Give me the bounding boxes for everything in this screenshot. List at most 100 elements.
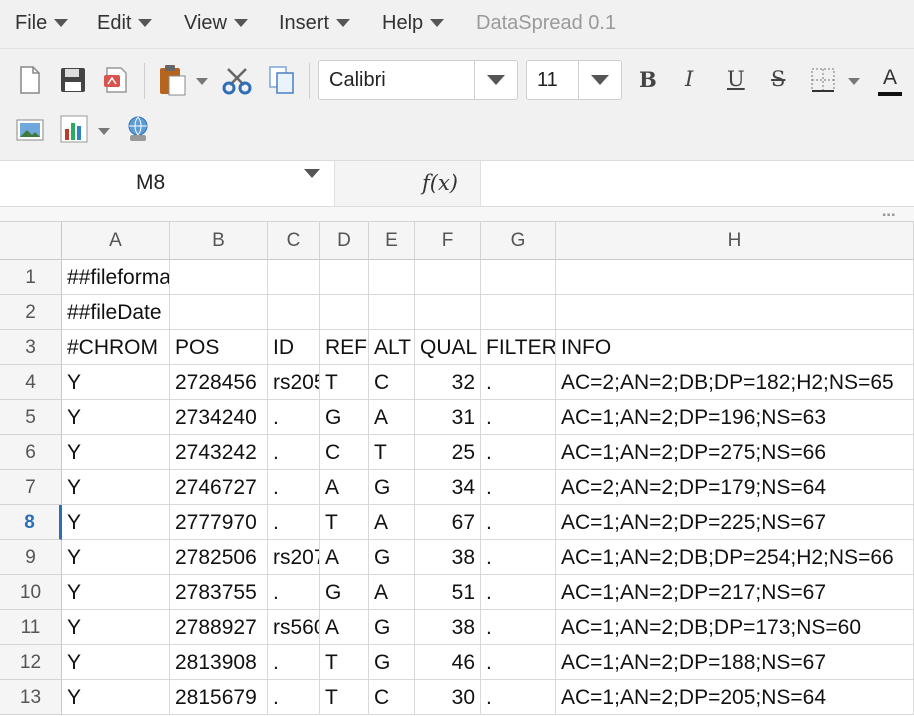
cell-a4[interactable]: Y	[62, 365, 170, 400]
font-size-dropdown[interactable]	[578, 61, 621, 99]
column-header-h[interactable]: H	[556, 222, 914, 260]
cell-a2[interactable]: ##fileDate	[62, 295, 170, 330]
spreadsheet-grid[interactable]: ABCDEFGH1##fileformat=VCFv4.12##fileDate…	[0, 222, 914, 716]
cell-g12[interactable]: .	[481, 645, 556, 680]
font-size-select[interactable]: 11	[526, 60, 622, 100]
cell-d5[interactable]: G	[320, 400, 369, 435]
cell-d6[interactable]: C	[320, 435, 369, 470]
cell-e11[interactable]: G	[369, 610, 415, 645]
cell-g13[interactable]: .	[481, 680, 556, 715]
cell-b12[interactable]: 2813908	[170, 645, 268, 680]
export-pdf-button[interactable]	[100, 64, 132, 96]
font-family-select[interactable]: Calibri	[318, 60, 518, 100]
cell-c8[interactable]: .	[268, 505, 320, 540]
menu-edit[interactable]: Edit	[97, 12, 153, 35]
cell-c4[interactable]: rs2058276	[268, 365, 320, 400]
borders-button[interactable]	[810, 67, 836, 93]
cell-a3[interactable]: #CHROM	[62, 330, 170, 365]
cell-g7[interactable]: .	[481, 470, 556, 505]
row-header-5[interactable]: 5	[0, 400, 62, 435]
cell-e2[interactable]	[369, 295, 415, 330]
cell-d2[interactable]	[320, 295, 369, 330]
cell-g2[interactable]	[481, 295, 556, 330]
cell-g1[interactable]	[481, 260, 556, 295]
save-button[interactable]	[58, 65, 88, 95]
formula-input[interactable]	[480, 161, 914, 206]
column-header-g[interactable]: G	[481, 222, 556, 260]
cell-d7[interactable]: A	[320, 470, 369, 505]
row-header-13[interactable]: 13	[0, 680, 62, 715]
cell-g11[interactable]: .	[481, 610, 556, 645]
cell-a7[interactable]: Y	[62, 470, 170, 505]
cell-b13[interactable]: 2815679	[170, 680, 268, 715]
bold-button[interactable]: B	[639, 67, 657, 92]
cell-b2[interactable]	[170, 295, 268, 330]
row-header-11[interactable]: 11	[0, 610, 62, 645]
font-color-button[interactable]: A	[876, 61, 904, 101]
cell-b6[interactable]: 2743242	[170, 435, 268, 470]
cell-b8[interactable]: 2777970	[170, 505, 268, 540]
cell-d12[interactable]: T	[320, 645, 369, 680]
cell-c1[interactable]	[268, 260, 320, 295]
cell-h7[interactable]: AC=2;AN=2;DP=179;NS=64	[556, 470, 914, 505]
cell-b11[interactable]: 2788927	[170, 610, 268, 645]
cell-c7[interactable]: .	[268, 470, 320, 505]
cell-h9[interactable]: AC=1;AN=2;DB;DP=254;H2;NS=66	[556, 540, 914, 575]
resize-handle[interactable]: ▪▪▪	[0, 207, 914, 222]
cell-h2[interactable]	[556, 295, 914, 330]
insert-hyperlink-button[interactable]	[122, 113, 154, 145]
column-header-b[interactable]: B	[170, 222, 268, 260]
paste-button[interactable]	[156, 63, 188, 97]
cell-f3[interactable]: QUAL	[415, 330, 481, 365]
cell-f10[interactable]: 51	[415, 575, 481, 610]
menu-help[interactable]: Help	[382, 12, 445, 35]
cell-a9[interactable]: Y	[62, 540, 170, 575]
cell-a6[interactable]: Y	[62, 435, 170, 470]
cell-f5[interactable]: 31	[415, 400, 481, 435]
cell-d10[interactable]: G	[320, 575, 369, 610]
cell-d8[interactable]: T	[320, 505, 369, 540]
cell-c3[interactable]: ID	[268, 330, 320, 365]
cell-e5[interactable]: A	[369, 400, 415, 435]
cell-g3[interactable]: FILTER	[481, 330, 556, 365]
row-header-10[interactable]: 10	[0, 575, 62, 610]
menu-file[interactable]: File	[15, 12, 69, 35]
cell-c11[interactable]: rs56044445	[268, 610, 320, 645]
cell-h3[interactable]: INFO	[556, 330, 914, 365]
row-header-2[interactable]: 2	[0, 295, 62, 330]
cell-g4[interactable]: .	[481, 365, 556, 400]
cell-h6[interactable]: AC=1;AN=2;DP=275;NS=66	[556, 435, 914, 470]
cut-button[interactable]	[220, 63, 254, 97]
underline-button[interactable]: U	[727, 67, 745, 91]
cell-f1[interactable]	[415, 260, 481, 295]
paste-options-dropdown[interactable]	[194, 75, 210, 87]
row-header-6[interactable]: 6	[0, 435, 62, 470]
cell-c2[interactable]	[268, 295, 320, 330]
cell-f13[interactable]: 30	[415, 680, 481, 715]
cell-f9[interactable]: 38	[415, 540, 481, 575]
cell-f7[interactable]: 34	[415, 470, 481, 505]
column-header-c[interactable]: C	[268, 222, 320, 260]
column-header-a[interactable]: A	[62, 222, 170, 260]
cell-f12[interactable]: 46	[415, 645, 481, 680]
row-header-8[interactable]: 8	[0, 505, 62, 540]
borders-dropdown[interactable]	[846, 75, 862, 87]
cell-c10[interactable]: .	[268, 575, 320, 610]
cell-f11[interactable]: 38	[415, 610, 481, 645]
cell-a1[interactable]: ##fileformat=VCFv4.1	[62, 260, 170, 295]
cell-c5[interactable]: .	[268, 400, 320, 435]
cell-g10[interactable]: .	[481, 575, 556, 610]
cell-c12[interactable]: .	[268, 645, 320, 680]
cell-f6[interactable]: 25	[415, 435, 481, 470]
new-file-button[interactable]	[16, 65, 44, 95]
select-all-corner[interactable]	[0, 222, 62, 260]
cell-d9[interactable]: A	[320, 540, 369, 575]
cell-b10[interactable]: 2783755	[170, 575, 268, 610]
cell-h8[interactable]: AC=1;AN=2;DP=225;NS=67	[556, 505, 914, 540]
cell-c6[interactable]: .	[268, 435, 320, 470]
cell-h1[interactable]	[556, 260, 914, 295]
cell-d11[interactable]: A	[320, 610, 369, 645]
cell-e10[interactable]: A	[369, 575, 415, 610]
column-header-f[interactable]: F	[415, 222, 481, 260]
insert-picture-button[interactable]	[14, 115, 46, 145]
